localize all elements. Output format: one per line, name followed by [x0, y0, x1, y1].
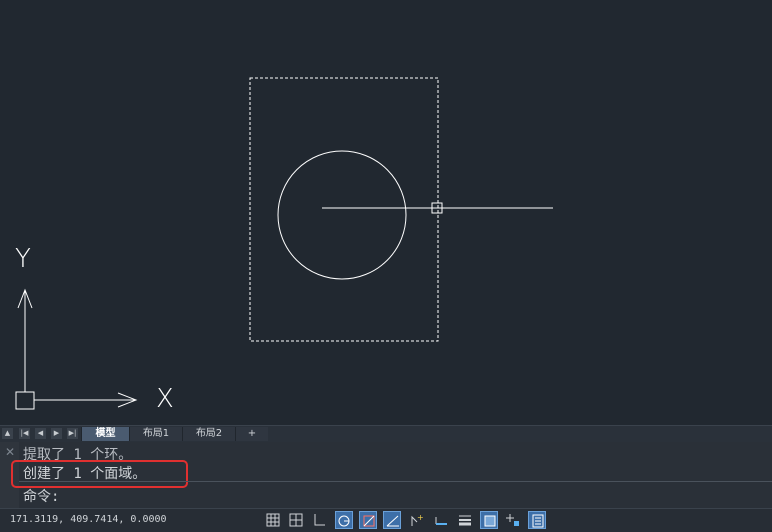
close-icon[interactable]: ✕	[5, 445, 15, 459]
snap-icon[interactable]	[287, 511, 305, 529]
drawing-canvas[interactable]: Y X	[0, 0, 772, 425]
ucs-x-label: X	[156, 384, 174, 414]
annotation-highlight-box	[11, 460, 188, 488]
next-tab-icon[interactable]: ▶	[51, 428, 62, 439]
tab-layout2[interactable]: 布局2	[182, 427, 235, 441]
quick-properties-icon[interactable]	[528, 511, 546, 529]
transparency-icon[interactable]	[480, 511, 498, 529]
grid-icon[interactable]	[264, 511, 282, 529]
last-tab-icon[interactable]: ▶|	[67, 428, 78, 439]
coordinate-readout: 171.3119, 409.7414, 0.0000	[10, 514, 167, 525]
circle-entity[interactable]	[277, 150, 407, 280]
otrack-icon[interactable]	[383, 511, 401, 529]
command-separator	[19, 481, 772, 482]
tab-scroll-up-icon[interactable]: ▲	[2, 428, 13, 439]
status-bar: 171.3119, 409.7414, 0.0000 +	[0, 508, 772, 532]
selection-cycling-icon[interactable]	[504, 511, 522, 529]
ortho-icon[interactable]	[310, 511, 328, 529]
osnap-icon[interactable]	[359, 511, 377, 529]
command-prompt[interactable]: 命令:	[23, 486, 59, 506]
first-tab-icon[interactable]: |◀	[19, 428, 30, 439]
prev-tab-icon[interactable]: ◀	[35, 428, 46, 439]
layout-tab-bar: ▲ |◀ ◀ ▶ ▶| 模型 布局1 布局2 +	[0, 425, 772, 442]
ucs-icon	[15, 288, 138, 410]
svg-text:+: +	[417, 513, 424, 522]
dynamic-input-icon[interactable]: +	[408, 511, 426, 529]
tab-model[interactable]: 模型	[81, 427, 129, 441]
tab-add[interactable]: +	[235, 427, 268, 441]
polar-icon[interactable]	[335, 511, 353, 529]
ucs-y-label: Y	[15, 244, 31, 274]
lineweight-display-icon[interactable]	[456, 511, 474, 529]
lineweight-icon[interactable]	[432, 511, 450, 529]
tab-layout1[interactable]: 布局1	[129, 427, 182, 441]
